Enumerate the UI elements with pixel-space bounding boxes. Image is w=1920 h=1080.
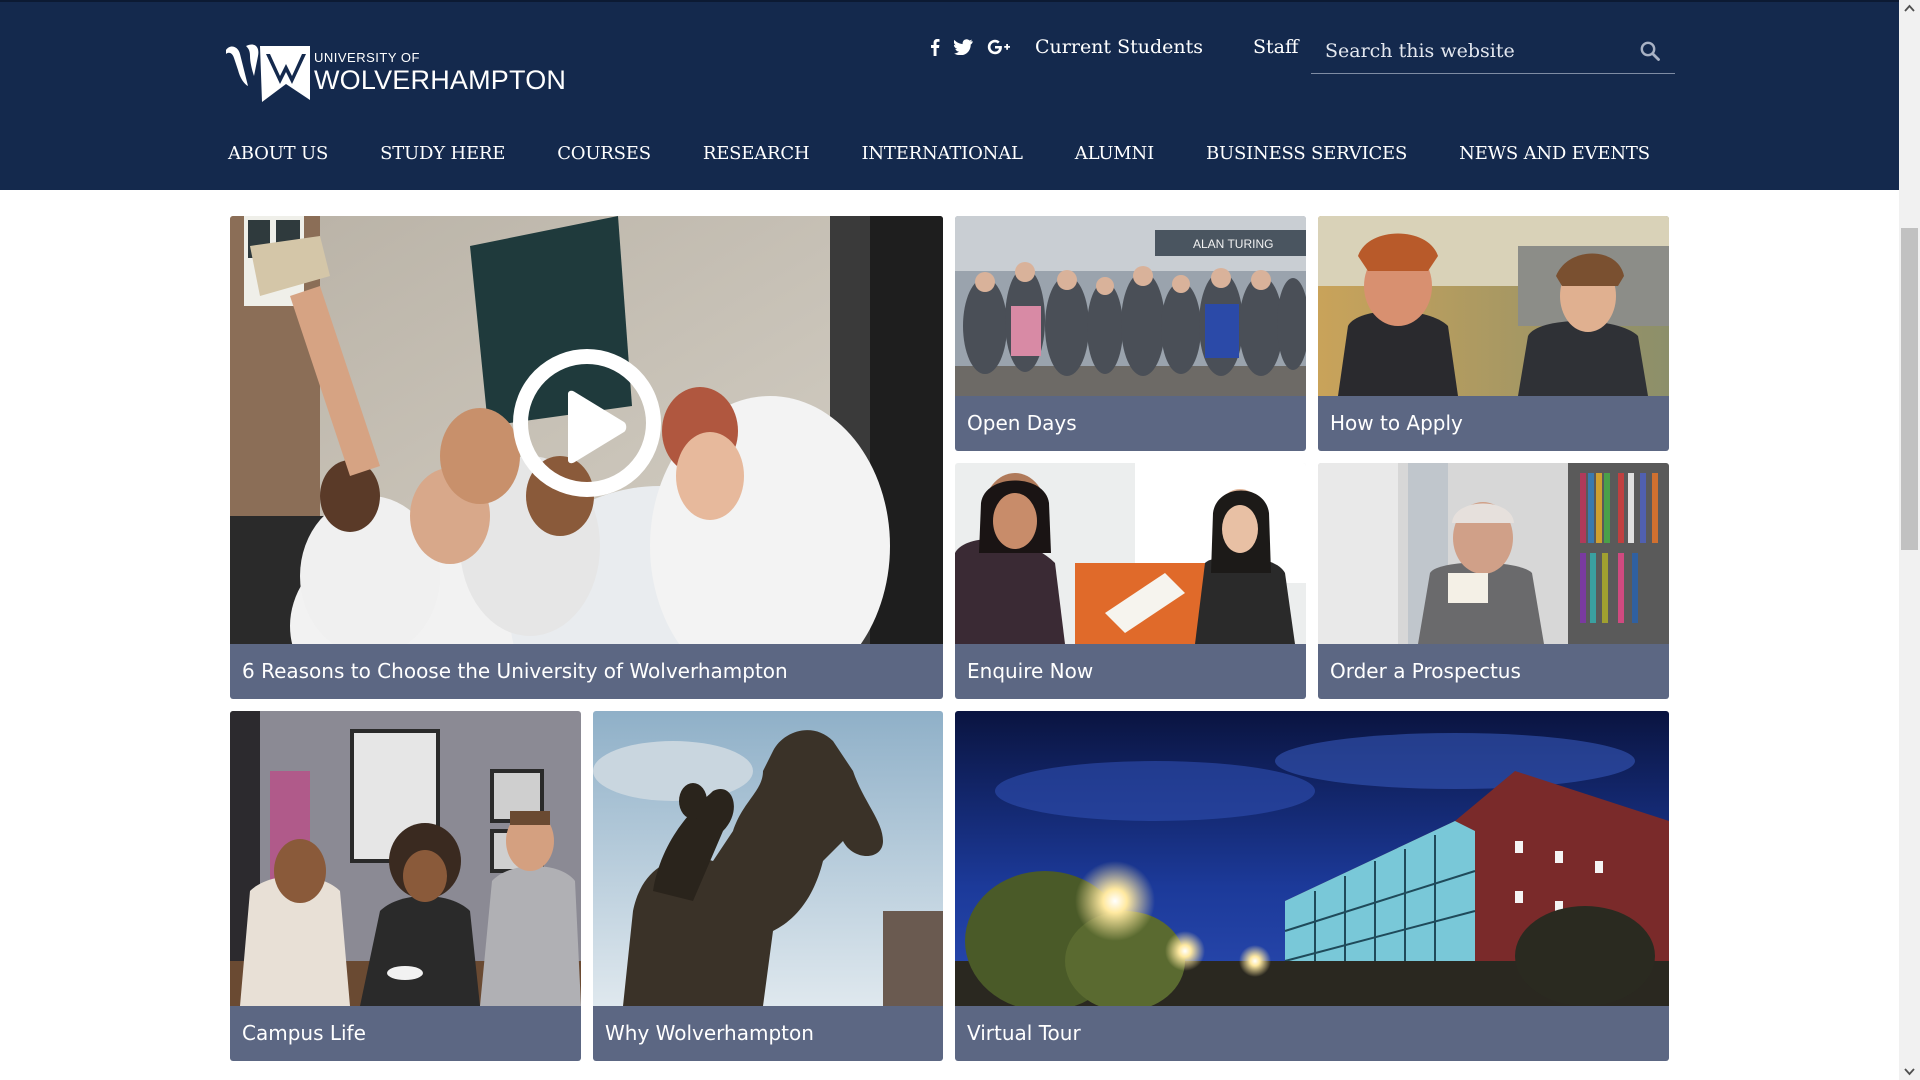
- browser-viewport: UNIVERSITY OF WOLVERHAMPTON Current Stud…: [0, 0, 1899, 1080]
- how-to-apply-image: [1318, 216, 1669, 396]
- tile-how-to-apply[interactable]: How to Apply: [1318, 216, 1669, 451]
- campus-night-image: [955, 711, 1669, 1006]
- nav-business-services[interactable]: BUSINESS SERVICES: [1206, 143, 1407, 164]
- tile-virtual-tour[interactable]: Virtual Tour: [955, 711, 1669, 1061]
- enquire-now-image: [955, 463, 1306, 644]
- university-logo-wordmark: UNIVERSITY OF WOLVERHAMPTON: [314, 50, 567, 96]
- nav-research[interactable]: RESEARCH: [703, 143, 810, 164]
- tile-six-reasons-video[interactable]: 6 Reasons to Choose the University of Wo…: [230, 216, 943, 699]
- google-plus-icon[interactable]: [987, 39, 1011, 55]
- current-students-link[interactable]: Current Students: [1035, 36, 1203, 58]
- tile-enquire-now[interactable]: Enquire Now: [955, 463, 1306, 699]
- tile-caption: Order a Prospectus: [1318, 644, 1669, 699]
- scroll-up-arrow-icon[interactable]: [1899, 0, 1920, 18]
- logo-line-1: UNIVERSITY OF: [314, 50, 420, 65]
- staff-link[interactable]: Staff: [1253, 36, 1298, 58]
- nav-courses[interactable]: COURSES: [557, 143, 651, 164]
- search-input[interactable]: [1311, 39, 1611, 62]
- utility-links: Current Students Staff: [930, 32, 1331, 62]
- open-days-crowd-image: ALAN TURING: [955, 216, 1306, 396]
- university-logo[interactable]: UNIVERSITY OF WOLVERHAMPTON: [224, 40, 566, 106]
- tile-caption: Campus Life: [230, 1006, 581, 1061]
- order-prospectus-image: [1318, 463, 1669, 644]
- tile-why-wolverhampton[interactable]: Why Wolverhampton: [593, 711, 943, 1061]
- page-scrollbar[interactable]: [1899, 0, 1920, 1080]
- tile-order-prospectus[interactable]: Order a Prospectus: [1318, 463, 1669, 699]
- nav-news-and-events[interactable]: NEWS AND EVENTS: [1459, 143, 1650, 164]
- tile-campus-life[interactable]: Campus Life: [230, 711, 581, 1061]
- building-sign: ALAN TURING: [1193, 237, 1273, 251]
- site-header: UNIVERSITY OF WOLVERHAMPTON Current Stud…: [0, 0, 1899, 190]
- main-navigation: ABOUT US STUDY HERE COURSES RESEARCH INT…: [228, 138, 1702, 168]
- twitter-icon[interactable]: [954, 39, 973, 55]
- nav-alumni[interactable]: ALUMNI: [1075, 143, 1154, 164]
- nav-study-here[interactable]: STUDY HERE: [380, 143, 505, 164]
- site-search: [1311, 28, 1675, 74]
- facebook-icon[interactable]: [930, 38, 940, 56]
- statue-image: [593, 711, 943, 1006]
- tile-open-days[interactable]: ALAN TURING Open Days: [955, 216, 1306, 451]
- nav-international[interactable]: INTERNATIONAL: [861, 143, 1023, 164]
- campus-life-image: [230, 711, 581, 1006]
- tile-caption: Enquire Now: [955, 644, 1306, 699]
- tile-caption: Open Days: [955, 396, 1306, 451]
- university-logo-mark: [226, 44, 310, 102]
- scroll-down-arrow-icon[interactable]: [1899, 1062, 1920, 1080]
- play-video-button[interactable]: [513, 349, 661, 497]
- play-icon: [568, 390, 627, 464]
- tile-caption: Virtual Tour: [955, 1006, 1669, 1061]
- search-icon[interactable]: [1639, 40, 1661, 62]
- logo-line-2: WOLVERHAMPTON: [314, 65, 567, 95]
- tile-caption: 6 Reasons to Choose the University of Wo…: [230, 644, 943, 699]
- nav-about-us[interactable]: ABOUT US: [228, 143, 328, 164]
- tile-caption: How to Apply: [1318, 396, 1669, 451]
- scrollbar-thumb[interactable]: [1901, 228, 1918, 550]
- tile-caption: Why Wolverhampton: [593, 1006, 943, 1061]
- social-links: [930, 38, 1011, 56]
